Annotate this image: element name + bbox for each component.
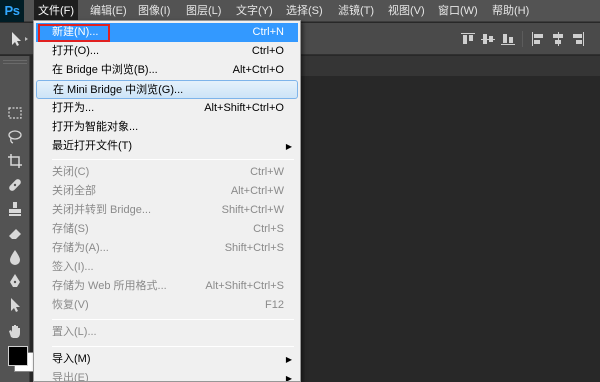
distribute-left-icon[interactable]	[530, 31, 546, 47]
ps-logo: Ps	[0, 0, 24, 22]
menu-item-shortcut: Ctrl+O	[251, 45, 284, 57]
menu-item-label: 置入(L)...	[52, 326, 97, 338]
menu-item-browse-bridge[interactable]: 在 Bridge 中浏览(B)... Alt+Ctrl+O	[36, 61, 298, 80]
eraser-icon	[9, 229, 21, 239]
menu-help[interactable]: 帮助(H)	[488, 0, 533, 22]
menu-item-export[interactable]: 导出(E) ▶	[36, 369, 298, 382]
align-vcenter-icon[interactable]	[480, 31, 496, 47]
submenu-arrow-icon: ▶	[285, 374, 292, 382]
menu-item-new[interactable]: 新建(N)... Ctrl+N	[36, 23, 298, 42]
menu-item-label: 打开为...	[52, 102, 95, 114]
tools-panel	[0, 56, 30, 382]
menu-item-label: 最近打开文件(T)	[52, 140, 133, 152]
menu-item-label: 导入(M)	[52, 353, 91, 365]
toolbar-grip[interactable]	[3, 60, 27, 64]
menu-layer[interactable]: 图层(L)	[182, 0, 225, 22]
menu-item-shortcut: Alt+Shift+Ctrl+S	[205, 280, 284, 292]
menu-view[interactable]: 视图(V)	[384, 0, 429, 22]
menu-file[interactable]: 文件(F)	[34, 0, 79, 22]
menu-item-label: 存储为(A)...	[52, 242, 109, 254]
lasso-tool[interactable]	[3, 126, 27, 148]
healing-brush-tool[interactable]	[3, 174, 27, 196]
menu-separator	[52, 319, 294, 320]
menu-item-label: 签入(I)...	[52, 261, 94, 273]
menu-filter[interactable]: 滤镜(T)	[334, 0, 378, 22]
menu-item-close-all[interactable]: 关闭全部 Alt+Ctrl+W	[36, 182, 298, 201]
crop-icon	[8, 154, 22, 168]
menu-item-label: 在 Bridge 中浏览(B)...	[52, 64, 158, 76]
menu-separator	[52, 346, 294, 347]
menu-item-close-and-go-to-bridge[interactable]: 关闭并转到 Bridge... Shift+Ctrl+W	[36, 201, 298, 220]
submenu-arrow-icon: ▶	[285, 355, 292, 364]
clone-stamp-tool[interactable]	[3, 198, 27, 220]
menu-item-open-recent[interactable]: 最近打开文件(T) ▶	[36, 137, 298, 156]
align-bottom-icon[interactable]	[500, 31, 516, 47]
menu-item-label: 在 Mini Bridge 中浏览(G)...	[53, 84, 184, 96]
menu-item-save-for-web[interactable]: 存储为 Web 所用格式... Alt+Shift+Ctrl+S	[36, 277, 298, 296]
menu-item-open-as[interactable]: 打开为... Alt+Shift+Ctrl+O	[36, 99, 298, 118]
file-menu-dropdown: 新建(N)... Ctrl+N 打开(O)... Ctrl+O 在 Bridge…	[33, 20, 301, 382]
menu-item-browse-mini-bridge[interactable]: 在 Mini Bridge 中浏览(G)...	[36, 80, 298, 99]
menu-separator	[52, 159, 294, 160]
menu-item-shortcut: F12	[265, 299, 284, 311]
healing-brush-icon	[9, 179, 21, 191]
path-selection-icon	[11, 298, 20, 312]
menu-item-label: 打开(O)...	[52, 45, 100, 57]
menu-item-shortcut: Ctrl+W	[250, 166, 284, 178]
menu-type[interactable]: 文字(Y)	[232, 0, 277, 22]
menu-item-place[interactable]: 置入(L)...	[36, 323, 298, 342]
menu-image[interactable]: 图像(I)	[134, 0, 174, 22]
marquee-icon	[8, 107, 22, 119]
menu-item-label: 存储(S)	[52, 223, 89, 235]
menu-item-shortcut: Ctrl+N	[252, 26, 284, 38]
menu-item-label: 关闭(C)	[52, 166, 90, 178]
menu-item-label: 存储为 Web 所用格式...	[52, 280, 167, 292]
menu-edit[interactable]: 编辑(E)	[86, 0, 131, 22]
pen-tool[interactable]	[3, 270, 27, 292]
hand-icon	[9, 325, 20, 338]
menu-item-label: 打开为智能对象...	[52, 121, 139, 133]
hand-tool[interactable]	[3, 320, 27, 342]
menu-item-label: 恢复(V)	[52, 299, 89, 311]
menu-window[interactable]: 窗口(W)	[434, 0, 482, 22]
menu-bar: Ps 文件(F) 编辑(E) 图像(I) 图层(L) 文字(Y) 选择(S) 滤…	[0, 0, 600, 22]
menu-item-save-as[interactable]: 存储为(A)... Shift+Ctrl+S	[36, 239, 298, 258]
clone-stamp-icon	[9, 202, 21, 216]
distribute-hcenter-icon[interactable]	[550, 31, 566, 47]
move-tool-icon[interactable]	[6, 29, 32, 49]
foreground-color-swatch[interactable]	[8, 346, 28, 366]
menu-item-shortcut: Shift+Ctrl+W	[221, 204, 284, 216]
menu-item-revert[interactable]: 恢复(V) F12	[36, 296, 298, 315]
menu-item-label: 导出(E)	[52, 372, 89, 382]
menu-item-label: 关闭并转到 Bridge...	[52, 204, 152, 216]
menu-item-label: 关闭全部	[52, 185, 96, 197]
blur-tool[interactable]	[3, 246, 27, 268]
menu-item-check-in[interactable]: 签入(I)...	[36, 258, 298, 277]
options-divider	[522, 31, 523, 47]
pen-icon	[10, 274, 20, 287]
blur-icon	[10, 250, 20, 265]
menu-item-close[interactable]: 关闭(C) Ctrl+W	[36, 163, 298, 182]
menu-item-import[interactable]: 导入(M) ▶	[36, 350, 298, 369]
menu-item-shortcut: Alt+Ctrl+O	[232, 64, 284, 76]
align-top-icon[interactable]	[460, 31, 476, 47]
eraser-tool[interactable]	[3, 222, 27, 244]
menu-item-save[interactable]: 存储(S) Ctrl+S	[36, 220, 298, 239]
menu-item-shortcut: Ctrl+S	[253, 223, 284, 235]
menu-item-label: 新建(N)...	[52, 26, 99, 38]
menu-item-shortcut: Shift+Ctrl+S	[224, 242, 284, 254]
path-selection-tool[interactable]	[3, 294, 27, 316]
lasso-icon	[8, 130, 22, 144]
menu-select[interactable]: 选择(S)	[282, 0, 327, 22]
distribute-right-icon[interactable]	[570, 31, 586, 47]
crop-tool[interactable]	[3, 150, 27, 172]
menu-item-shortcut: Alt+Ctrl+W	[230, 185, 284, 197]
marquee-tool[interactable]	[3, 102, 27, 124]
submenu-arrow-icon: ▶	[285, 142, 292, 151]
menu-item-shortcut: Alt+Shift+Ctrl+O	[204, 102, 284, 114]
menu-item-open-as-smart-object[interactable]: 打开为智能对象...	[36, 118, 298, 137]
menu-item-open[interactable]: 打开(O)... Ctrl+O	[36, 42, 298, 61]
